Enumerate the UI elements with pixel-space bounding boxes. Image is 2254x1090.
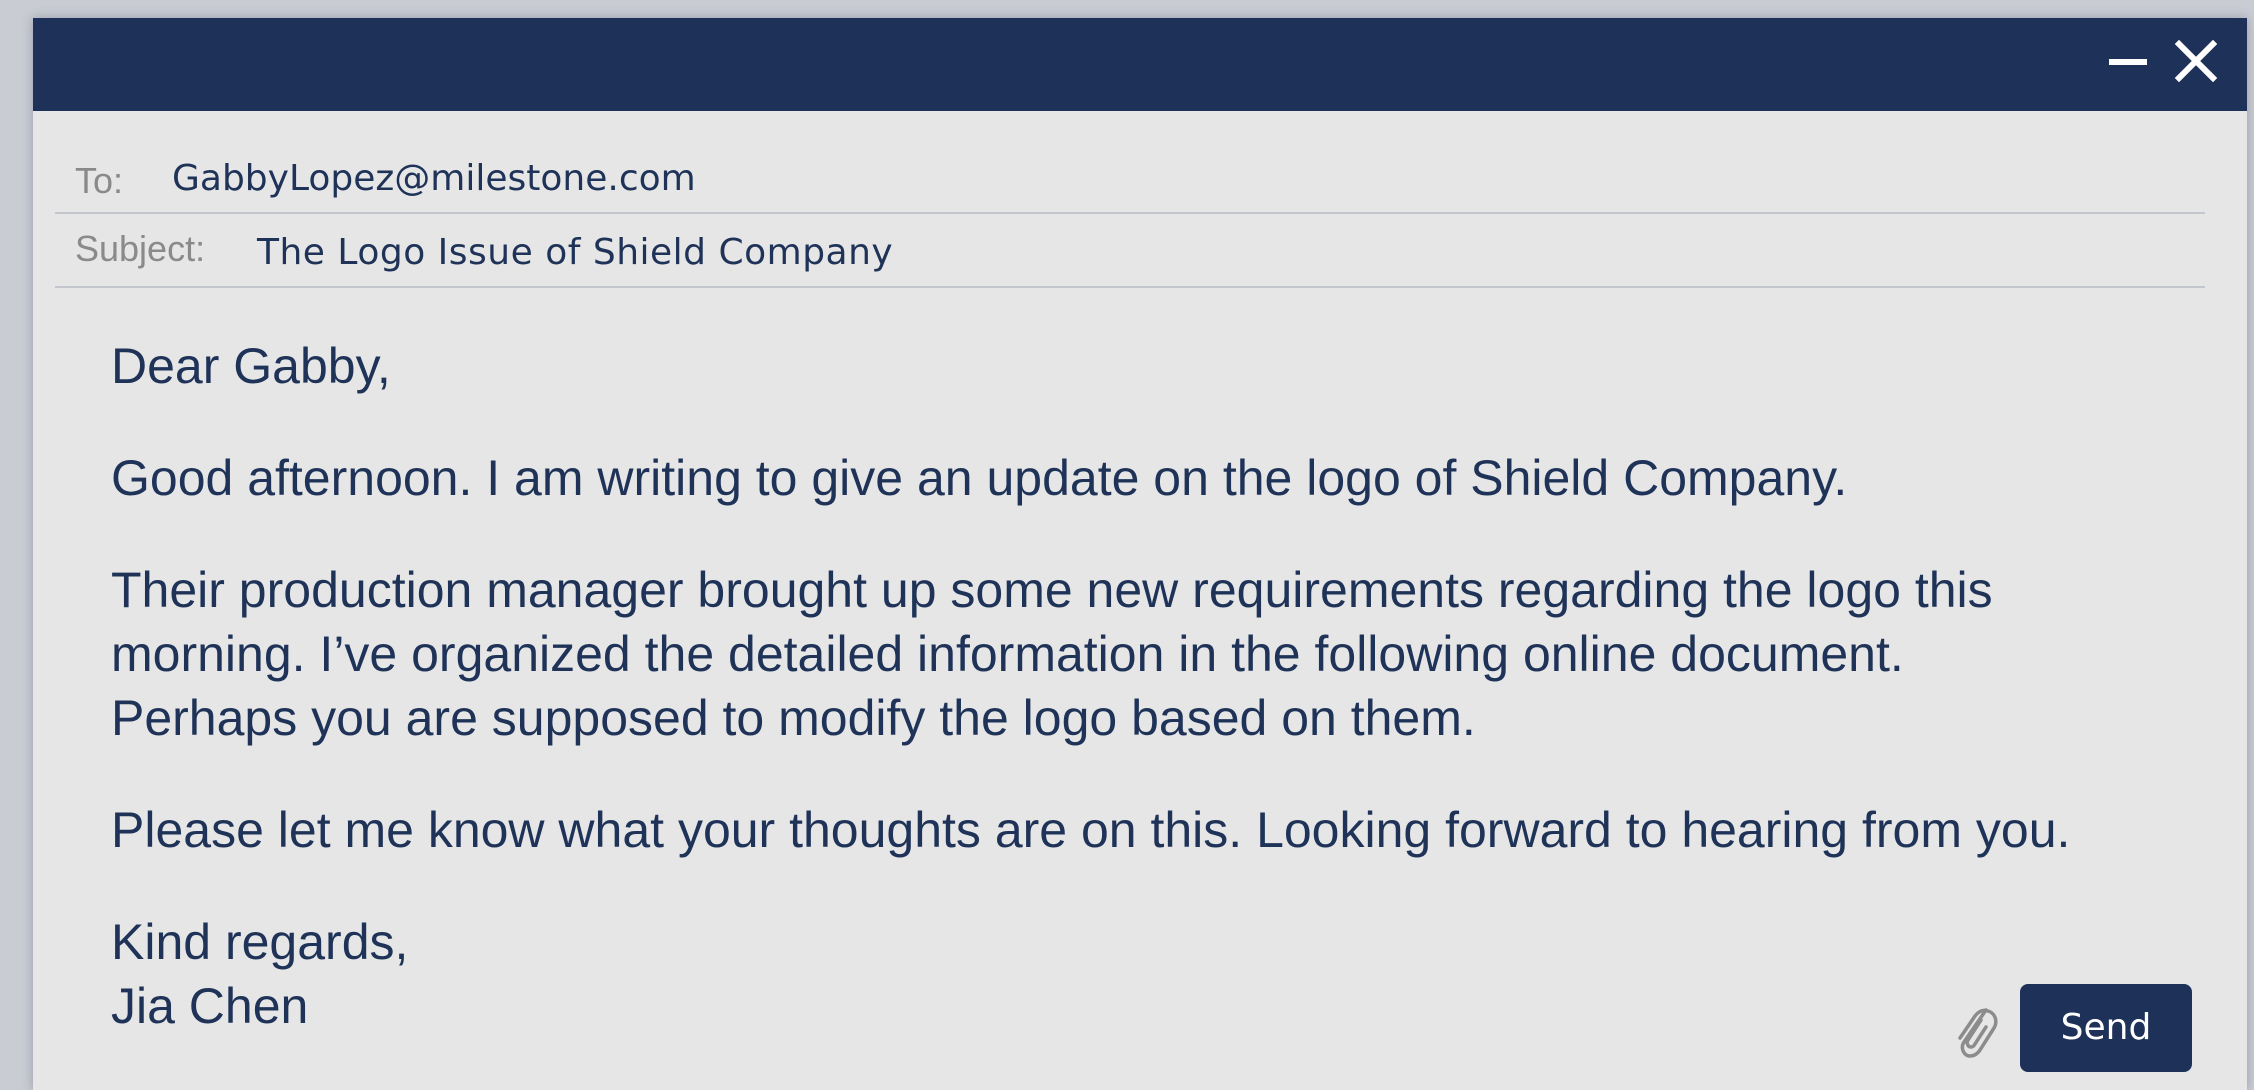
title-bar xyxy=(33,18,2247,111)
email-body-greeting[interactable]: Dear Gabby, xyxy=(111,334,2211,398)
to-field-row: To: GabbyLopez@milestone.com xyxy=(55,146,2205,214)
minimize-icon xyxy=(2109,59,2147,65)
close-icon xyxy=(2174,39,2218,83)
to-field[interactable]: GabbyLopez@milestone.com xyxy=(172,158,696,199)
minimize-button[interactable] xyxy=(2103,36,2153,86)
subject-field[interactable]: The Logo Issue of Shield Company xyxy=(257,232,893,273)
close-button[interactable] xyxy=(2171,36,2221,86)
email-body-paragraph-3[interactable]: Please let me know what your thoughts ar… xyxy=(111,798,2211,862)
paperclip-icon xyxy=(1958,1008,1998,1058)
subject-label: Subject: xyxy=(75,228,206,269)
email-compose-window: To: GabbyLopez@milestone.com Subject: Th… xyxy=(33,18,2247,1090)
email-body-paragraph-1[interactable]: Good afternoon. I am writing to give an … xyxy=(111,446,2211,510)
subject-field-row: Subject: The Logo Issue of Shield Compan… xyxy=(55,216,2205,288)
email-body-closing[interactable]: Kind regards, Jia Chen xyxy=(111,910,2211,1038)
send-button[interactable]: Send xyxy=(2020,984,2192,1072)
to-label: To: xyxy=(75,160,124,201)
attach-button[interactable] xyxy=(1948,998,2002,1064)
email-body-paragraph-2[interactable]: Their production manager brought up some… xyxy=(111,558,2211,750)
